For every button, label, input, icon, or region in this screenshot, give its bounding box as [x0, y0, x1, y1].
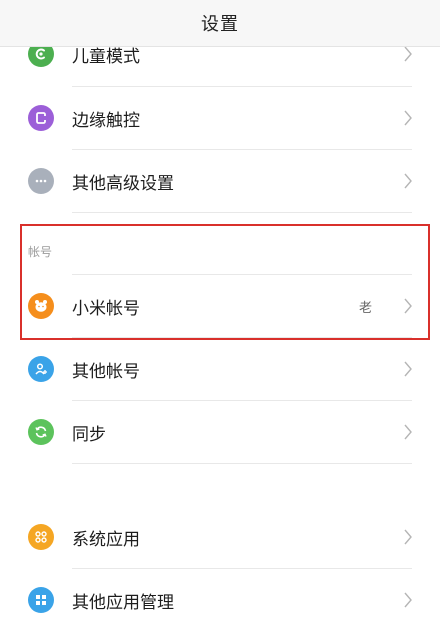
settings-item-label: 系统应用	[72, 529, 140, 550]
account-name-value: 老	[358, 300, 372, 316]
chevron-right-icon	[404, 110, 412, 126]
chevron-right-icon	[404, 529, 412, 545]
settings-item-advanced[interactable]: 其他高级设置	[0, 150, 440, 212]
settings-item-app-manage[interactable]: 其他应用管理	[0, 569, 440, 631]
chevron-right-icon	[404, 173, 412, 189]
person-add-icon	[28, 356, 54, 382]
settings-item-label: 其他应用管理	[72, 592, 174, 613]
settings-item-other-accounts[interactable]: 其他帐号	[0, 338, 440, 400]
grid-icon	[28, 524, 54, 550]
chevron-right-icon	[404, 424, 412, 440]
divider	[72, 463, 412, 464]
chevron-right-icon	[404, 361, 412, 377]
settings-item-sync[interactable]: 同步	[0, 401, 440, 463]
chevron-right-icon	[404, 592, 412, 608]
settings-item-label: 其他帐号	[72, 361, 140, 382]
settings-item-mi-account[interactable]: 小米帐号 老	[0, 275, 440, 337]
settings-item-label: 小米帐号	[72, 298, 140, 319]
divider	[72, 212, 412, 213]
settings-item-label: 同步	[72, 424, 106, 445]
settings-item-label: 其他高级设置	[72, 173, 174, 194]
title-bar: 设置	[0, 0, 440, 47]
app-manage-icon	[28, 587, 54, 613]
section-header-account: 帐号	[28, 245, 53, 259]
more-dots-icon	[28, 168, 54, 194]
settings-item-system-apps[interactable]: 系统应用	[0, 506, 440, 568]
settings-item-label: 边缘触控	[72, 110, 140, 131]
mi-bear-icon	[28, 293, 54, 319]
edge-touch-icon	[28, 105, 54, 131]
sync-icon	[28, 419, 54, 445]
chevron-right-icon	[404, 46, 412, 62]
page-title: 设置	[201, 14, 239, 35]
settings-item-edge-touch[interactable]: 边缘触控	[0, 87, 440, 149]
chevron-right-icon	[404, 298, 412, 314]
